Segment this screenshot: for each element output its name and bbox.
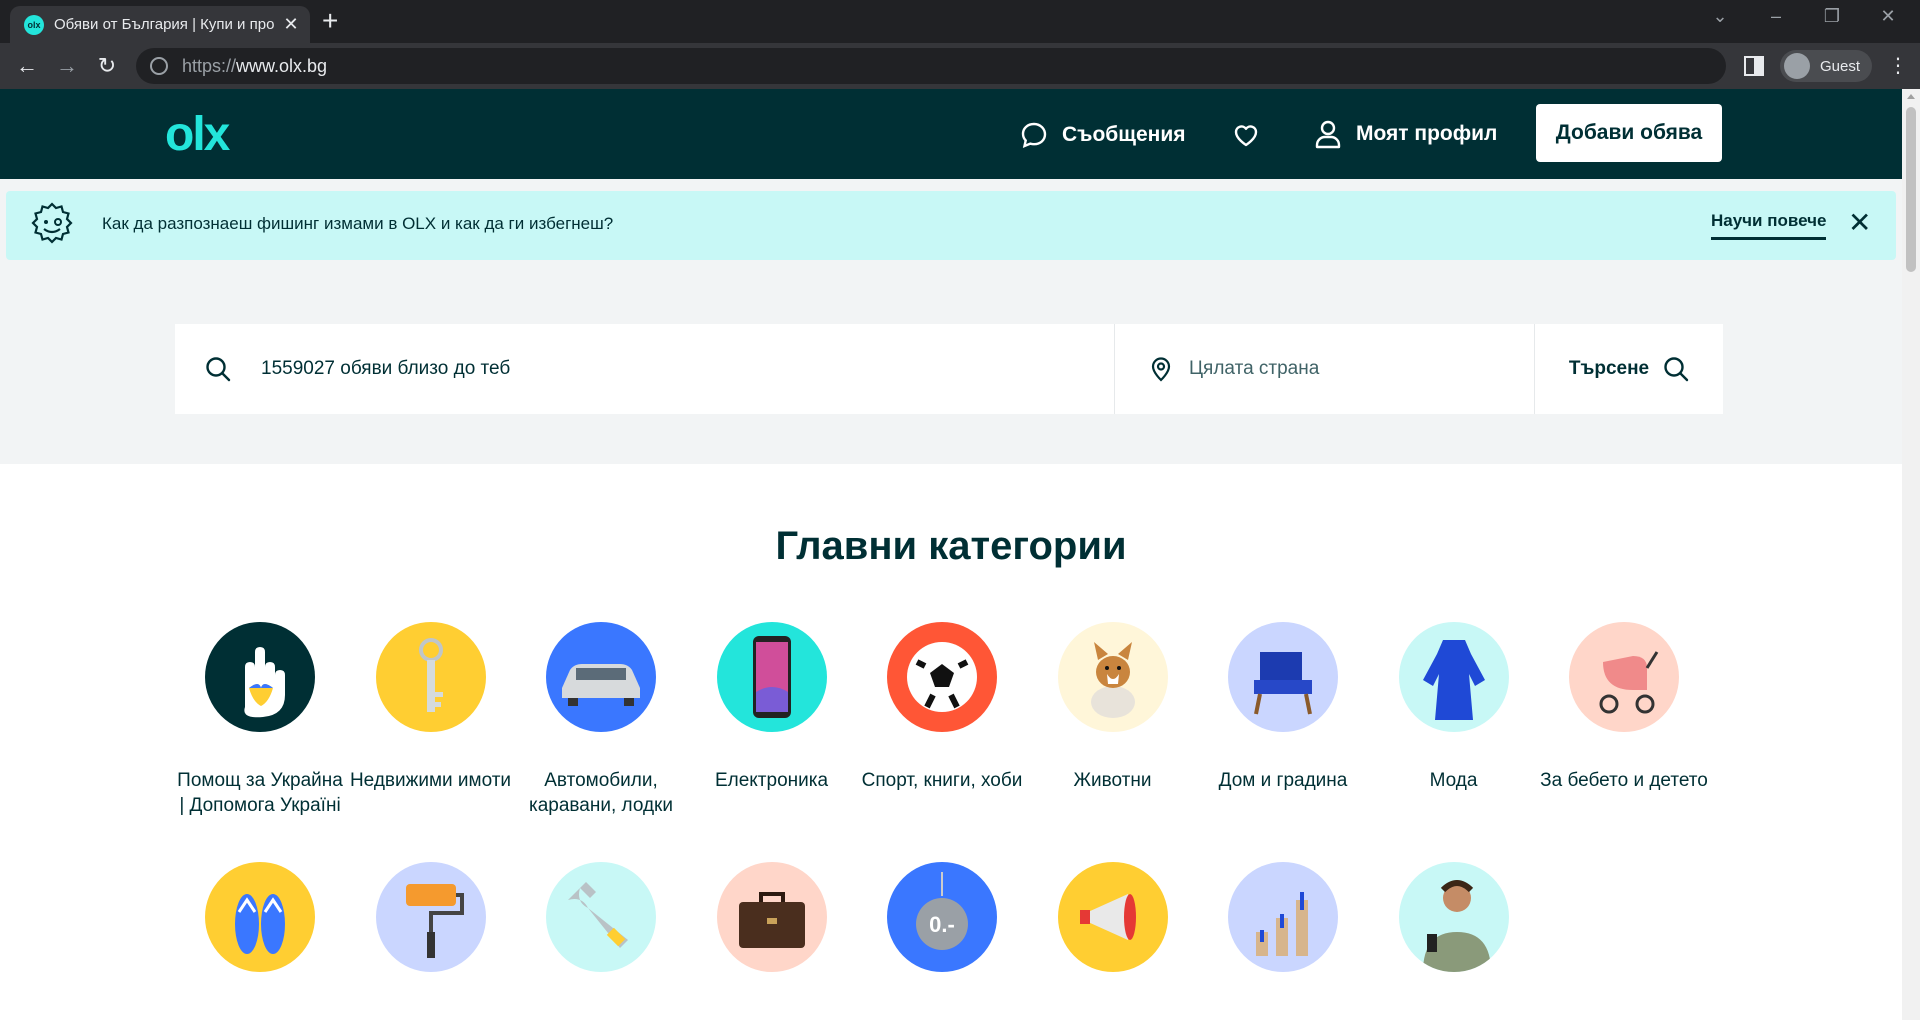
category-item[interactable] (1369, 862, 1539, 972)
person-phone-icon[interactable] (1398, 862, 1509, 972)
browser-tabbar: olx Обяви от България | Купи и продай ✕ … (0, 0, 1920, 43)
url-text: https://www.olx.bg (182, 55, 328, 76)
category-item[interactable] (346, 862, 516, 972)
scroll-thumb[interactable] (1906, 107, 1916, 272)
back-icon[interactable]: ← (12, 51, 42, 81)
browser-tab[interactable]: olx Обяви от България | Купи и продай ✕ (10, 6, 310, 43)
location-pin-icon (1151, 357, 1171, 382)
heart-icon (1234, 125, 1258, 147)
tab-title: Обяви от България | Купи и продай (54, 16, 274, 33)
page-scrollbar[interactable] (1902, 89, 1920, 1020)
messages-link[interactable]: Съобщения (1020, 121, 1186, 149)
growth-chart-icon[interactable] (1228, 862, 1338, 972)
search-button-icon (1664, 357, 1689, 382)
category-label[interactable]: Мода (1369, 768, 1539, 793)
category-label[interactable]: За бебето и детето (1539, 768, 1709, 793)
banner-close-icon[interactable]: ✕ (1848, 209, 1871, 237)
location-input[interactable]: Цялата страна (1115, 324, 1535, 414)
close-window-icon[interactable]: ✕ (1868, 6, 1908, 27)
car-icon[interactable] (546, 622, 656, 732)
tab-close-icon[interactable]: ✕ (282, 14, 300, 35)
category-item[interactable]: Спорт, книги, хоби (857, 622, 1027, 793)
category-item[interactable] (687, 862, 857, 972)
location-placeholder: Цялата страна (1189, 358, 1320, 379)
category-item[interactable] (1198, 862, 1368, 972)
search-icon (206, 357, 231, 382)
minimize-icon[interactable]: – (1756, 6, 1796, 27)
badge-smiley-icon (31, 202, 73, 244)
banner-text: Как да разпознаеш фишинг измами в OLX и … (102, 214, 614, 233)
search-button-label: Търсене (1568, 358, 1650, 379)
search-button[interactable]: Търсене (1535, 324, 1723, 414)
forward-icon[interactable]: → (52, 51, 82, 81)
category-item[interactable]: Животни (1028, 622, 1198, 793)
flip-flops-icon[interactable] (205, 862, 315, 972)
guest-avatar-icon (1784, 53, 1810, 79)
add-ad-button[interactable]: Добави обява (1536, 104, 1722, 162)
megaphone-icon[interactable] (1057, 862, 1168, 972)
category-label[interactable]: Автомобили, каравани, лодки (516, 768, 686, 818)
category-item[interactable]: Помощ за Украйна | Допомога Україні (175, 622, 345, 818)
my-profile-label: Моят профил (1356, 122, 1498, 145)
main-categories-section: Главни категории Помощ за Украйна | Допо… (0, 464, 1902, 1020)
category-label[interactable]: Животни (1028, 768, 1198, 793)
category-label[interactable]: Спорт, книги, хоби (857, 768, 1027, 793)
smartphone-icon[interactable] (716, 622, 827, 732)
messages-label: Съобщения (1062, 123, 1186, 146)
reload-icon[interactable]: ↻ (92, 51, 122, 81)
price-tag-icon[interactable]: 0.- (887, 862, 997, 972)
category-item[interactable]: Недвижими имоти (346, 622, 516, 793)
side-panel-icon[interactable] (1744, 56, 1764, 76)
favourites-link[interactable] (1232, 121, 1274, 149)
olx-logo[interactable]: olx (165, 107, 230, 162)
category-item[interactable] (516, 862, 686, 972)
dog-icon[interactable] (1057, 622, 1168, 732)
profile-label: Guest (1820, 57, 1861, 75)
phishing-banner: Как да разпознаеш фишинг измами в OLX и … (6, 191, 1896, 260)
user-icon (1315, 120, 1341, 149)
olx-favicon-icon: olx (24, 14, 44, 35)
category-item[interactable]: Дом и градина (1198, 622, 1368, 793)
search-bar: 1559027 обяви близо до теб Цялата страна… (175, 324, 1723, 414)
briefcase-icon[interactable] (716, 862, 827, 972)
search-input[interactable]: 1559027 обяви близо до теб (175, 324, 1115, 414)
category-label[interactable]: Електроника (687, 768, 857, 793)
category-item[interactable]: Мода (1369, 622, 1539, 793)
ukraine-help-hand-icon[interactable] (205, 622, 315, 732)
dress-icon[interactable] (1398, 622, 1509, 732)
categories-title: Главни категории (775, 524, 1127, 568)
browser-menu-icon[interactable]: ⋮ (1888, 53, 1908, 78)
learn-more-link[interactable]: Научи повече (1711, 211, 1827, 240)
category-label[interactable]: Помощ за Украйна | Допомога Україні (175, 768, 345, 818)
category-item[interactable]: 0.- (857, 862, 1027, 972)
armchair-icon[interactable] (1228, 622, 1338, 732)
chat-bubble-icon (1021, 122, 1047, 148)
stroller-icon[interactable] (1569, 622, 1679, 732)
category-label[interactable]: Дом и градина (1198, 768, 1368, 793)
football-icon[interactable] (887, 622, 997, 732)
restore-icon[interactable]: ❐ (1812, 6, 1852, 27)
browser-toolbar: ← → ↻ https://www.olx.bg Guest ⋮ (0, 43, 1920, 89)
paint-roller-icon[interactable] (375, 862, 486, 972)
category-item[interactable]: Електроника (687, 622, 857, 793)
page-viewport: olx Съобщения Моят профил Добави обява К… (0, 89, 1902, 1020)
profile-button[interactable]: Guest (1780, 50, 1873, 82)
category-label[interactable]: Недвижими имоти (346, 768, 516, 793)
new-tab-icon[interactable]: + (322, 6, 338, 36)
wrench-icon[interactable] (546, 862, 656, 972)
scroll-up-arrow-icon[interactable] (1907, 94, 1915, 99)
svg-text:0.-: 0.- (929, 912, 955, 937)
category-item[interactable] (1028, 862, 1198, 972)
tab-search-icon[interactable]: ⌄ (1700, 6, 1740, 27)
category-item[interactable]: За бебето и детето (1539, 622, 1709, 793)
search-placeholder: 1559027 обяви близо до теб (261, 358, 511, 379)
my-profile-link[interactable]: Моят профил (1314, 119, 1497, 149)
site-info-icon[interactable] (150, 57, 168, 75)
site-header: olx Съобщения Моят профил Добави обява (0, 89, 1902, 179)
category-item[interactable]: Автомобили, каравани, лодки (516, 622, 686, 818)
category-item[interactable] (175, 862, 345, 972)
key-icon[interactable] (375, 622, 486, 732)
address-bar[interactable]: https://www.olx.bg (136, 48, 1726, 84)
